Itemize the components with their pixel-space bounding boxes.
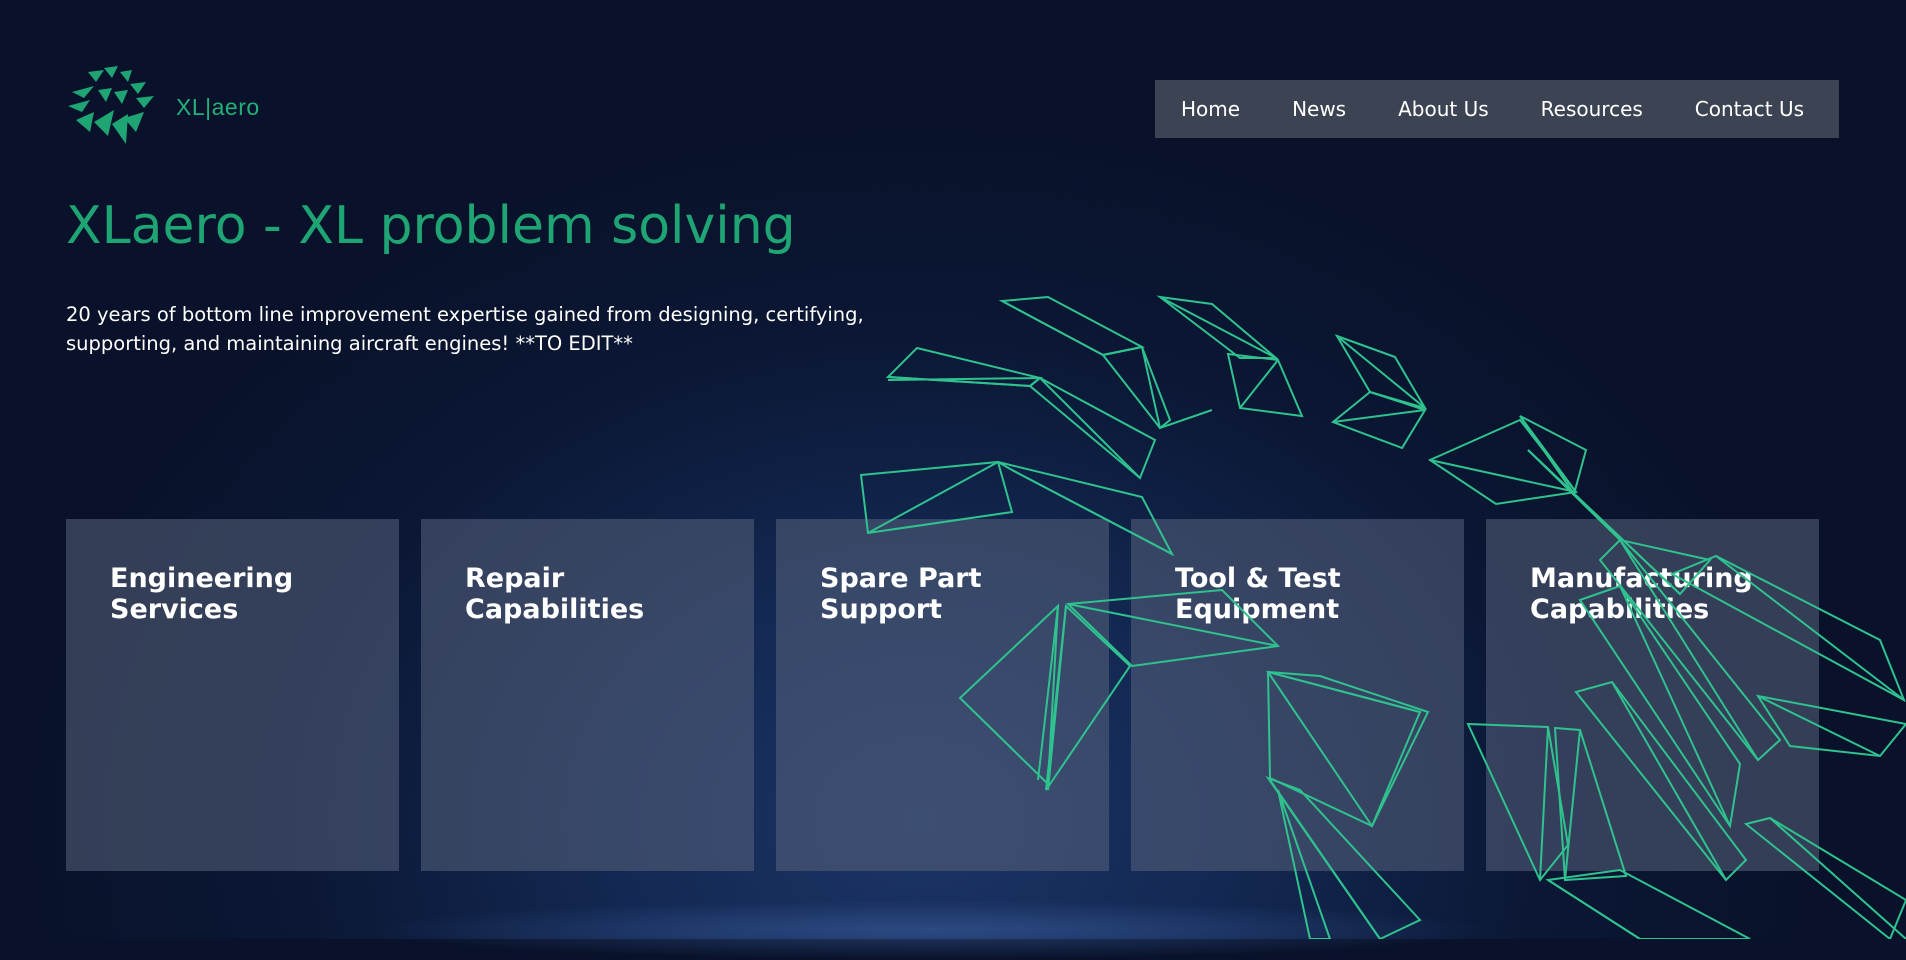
card-engineering-services[interactable]: Engineering Services [66, 519, 399, 871]
turbine-blades-logo-icon [68, 66, 154, 144]
card-title: Manufacturing Capabilities [1530, 563, 1753, 625]
card-title: Repair Capabilities [465, 563, 645, 625]
card-title: Spare Part Support [820, 563, 982, 625]
card-repair-capabilities[interactable]: Repair Capabilities [421, 519, 754, 871]
card-manufacturing-capabilities[interactable]: Manufacturing Capabilities [1486, 519, 1819, 871]
nav-resources[interactable]: Resources [1515, 97, 1669, 121]
card-title: Tool & Test Equipment [1175, 563, 1341, 625]
card-spare-part-support[interactable]: Spare Part Support [776, 519, 1109, 871]
nav-about-us[interactable]: About Us [1372, 97, 1515, 121]
site-logo[interactable]: XL|aero [64, 62, 274, 152]
logo-text: XL|aero [176, 93, 260, 120]
hero-title: XLaero - XL problem solving [66, 196, 796, 256]
nav-contact-us[interactable]: Contact Us [1669, 97, 1830, 121]
card-tool-test-equipment[interactable]: Tool & Test Equipment [1131, 519, 1464, 871]
bottom-glow [360, 900, 1500, 960]
nav-news[interactable]: News [1266, 97, 1372, 121]
hero-subtitle: 20 years of bottom line improvement expe… [66, 303, 864, 355]
nav-home[interactable]: Home [1155, 97, 1266, 121]
main-nav: Home News About Us Resources Contact Us [1155, 80, 1839, 138]
card-title: Engineering Services [110, 563, 294, 625]
